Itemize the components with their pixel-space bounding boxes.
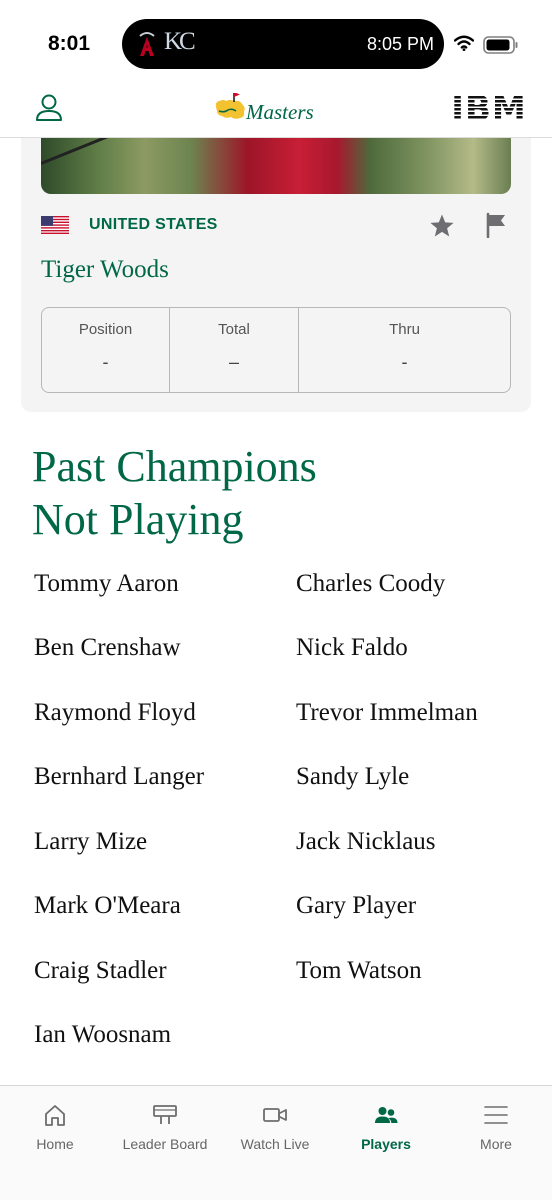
stat-label: Position bbox=[78, 321, 133, 338]
tab-label: Players bbox=[361, 1136, 411, 1152]
masters-logo[interactable]: Masters bbox=[214, 90, 339, 130]
champion-name[interactable]: Raymond Floyd bbox=[34, 699, 196, 727]
tab-home[interactable]: Home bbox=[0, 1086, 110, 1166]
heading-line: Past Champions bbox=[32, 442, 317, 491]
player-name[interactable]: Tiger Woods bbox=[41, 256, 169, 284]
tab-bar: Home Leader Board Watch Live Players Mor… bbox=[0, 1085, 552, 1200]
past-champions-heading: Past Champions Not Playing bbox=[32, 440, 317, 546]
tab-more[interactable]: More bbox=[441, 1086, 551, 1166]
profile-icon[interactable] bbox=[34, 92, 64, 122]
player-country: UNITED STATES bbox=[89, 216, 218, 233]
status-time: 8:01 bbox=[48, 32, 91, 55]
champion-name[interactable]: Charles Coody bbox=[296, 570, 445, 598]
champion-name[interactable]: Jack Nicklaus bbox=[296, 828, 436, 856]
stat-thru: Thru - bbox=[299, 308, 510, 392]
champion-name[interactable]: Ben Crenshaw bbox=[34, 634, 181, 662]
champion-name[interactable]: Ian Woosnam bbox=[34, 1021, 171, 1049]
tab-watch-live[interactable]: Watch Live bbox=[220, 1086, 330, 1166]
ibm-stripes-icon: IBM bbox=[448, 88, 530, 124]
stat-total: Total – bbox=[170, 308, 299, 392]
royals-logo: KC bbox=[164, 28, 196, 55]
app-header: Masters IBM bbox=[0, 86, 552, 138]
players-icon bbox=[375, 1107, 398, 1123]
stat-value: - bbox=[401, 352, 408, 372]
track-flag-icon[interactable] bbox=[485, 212, 509, 238]
status-bar: 8:01 KC 8:05 PM bbox=[0, 0, 552, 86]
favorite-star-icon[interactable] bbox=[429, 213, 455, 239]
tab-players[interactable]: Players bbox=[331, 1086, 441, 1166]
player-photo bbox=[41, 138, 511, 194]
home-icon bbox=[45, 1105, 65, 1126]
live-activity-time: 8:05 PM bbox=[366, 34, 434, 54]
battery-icon bbox=[483, 36, 518, 54]
champion-name[interactable]: Craig Stadler bbox=[34, 957, 167, 985]
champion-name[interactable]: Trevor Immelman bbox=[296, 699, 478, 727]
stat-value: - bbox=[102, 352, 109, 372]
tab-label: Home bbox=[36, 1136, 74, 1152]
video-camera-icon bbox=[263, 1108, 287, 1122]
ibm-logo[interactable]: IBM bbox=[448, 88, 530, 124]
menu-icon bbox=[484, 1106, 508, 1124]
tab-leader-board[interactable]: Leader Board bbox=[110, 1086, 220, 1166]
wifi-icon bbox=[454, 35, 474, 51]
champion-name[interactable]: Larry Mize bbox=[34, 828, 147, 856]
tab-label: More bbox=[480, 1136, 512, 1152]
champion-name[interactable]: Tom Watson bbox=[296, 957, 422, 985]
champion-name[interactable]: Mark O'Meara bbox=[34, 892, 181, 920]
usa-flag-icon bbox=[41, 216, 69, 234]
champion-name[interactable]: Tommy Aaron bbox=[34, 570, 179, 598]
heading-line: Not Playing bbox=[32, 495, 244, 544]
stat-position: Position - bbox=[42, 308, 170, 392]
player-card[interactable]: UNITED STATES Tiger Woods Position - Tot… bbox=[21, 138, 531, 412]
stat-value: – bbox=[228, 352, 239, 372]
tab-label: Leader Board bbox=[122, 1136, 208, 1152]
leaderboard-icon bbox=[153, 1105, 177, 1124]
tab-label: Watch Live bbox=[240, 1136, 310, 1152]
augusta-map-icon bbox=[215, 93, 245, 119]
dynamic-island-live-activity[interactable]: KC 8:05 PM bbox=[122, 19, 444, 69]
player-stats: Position - Total – Thru - bbox=[41, 307, 511, 393]
golf-club-shaft bbox=[41, 138, 126, 165]
stat-label: Total bbox=[218, 321, 250, 338]
angels-logo-icon bbox=[139, 32, 155, 56]
champion-name[interactable]: Nick Faldo bbox=[296, 634, 408, 662]
stat-label: Thru bbox=[389, 321, 420, 338]
champion-name[interactable]: Bernhard Langer bbox=[34, 763, 204, 791]
masters-wordmark: Masters bbox=[246, 100, 314, 124]
champion-name[interactable]: Sandy Lyle bbox=[296, 763, 409, 791]
champion-name[interactable]: Gary Player bbox=[296, 892, 416, 920]
